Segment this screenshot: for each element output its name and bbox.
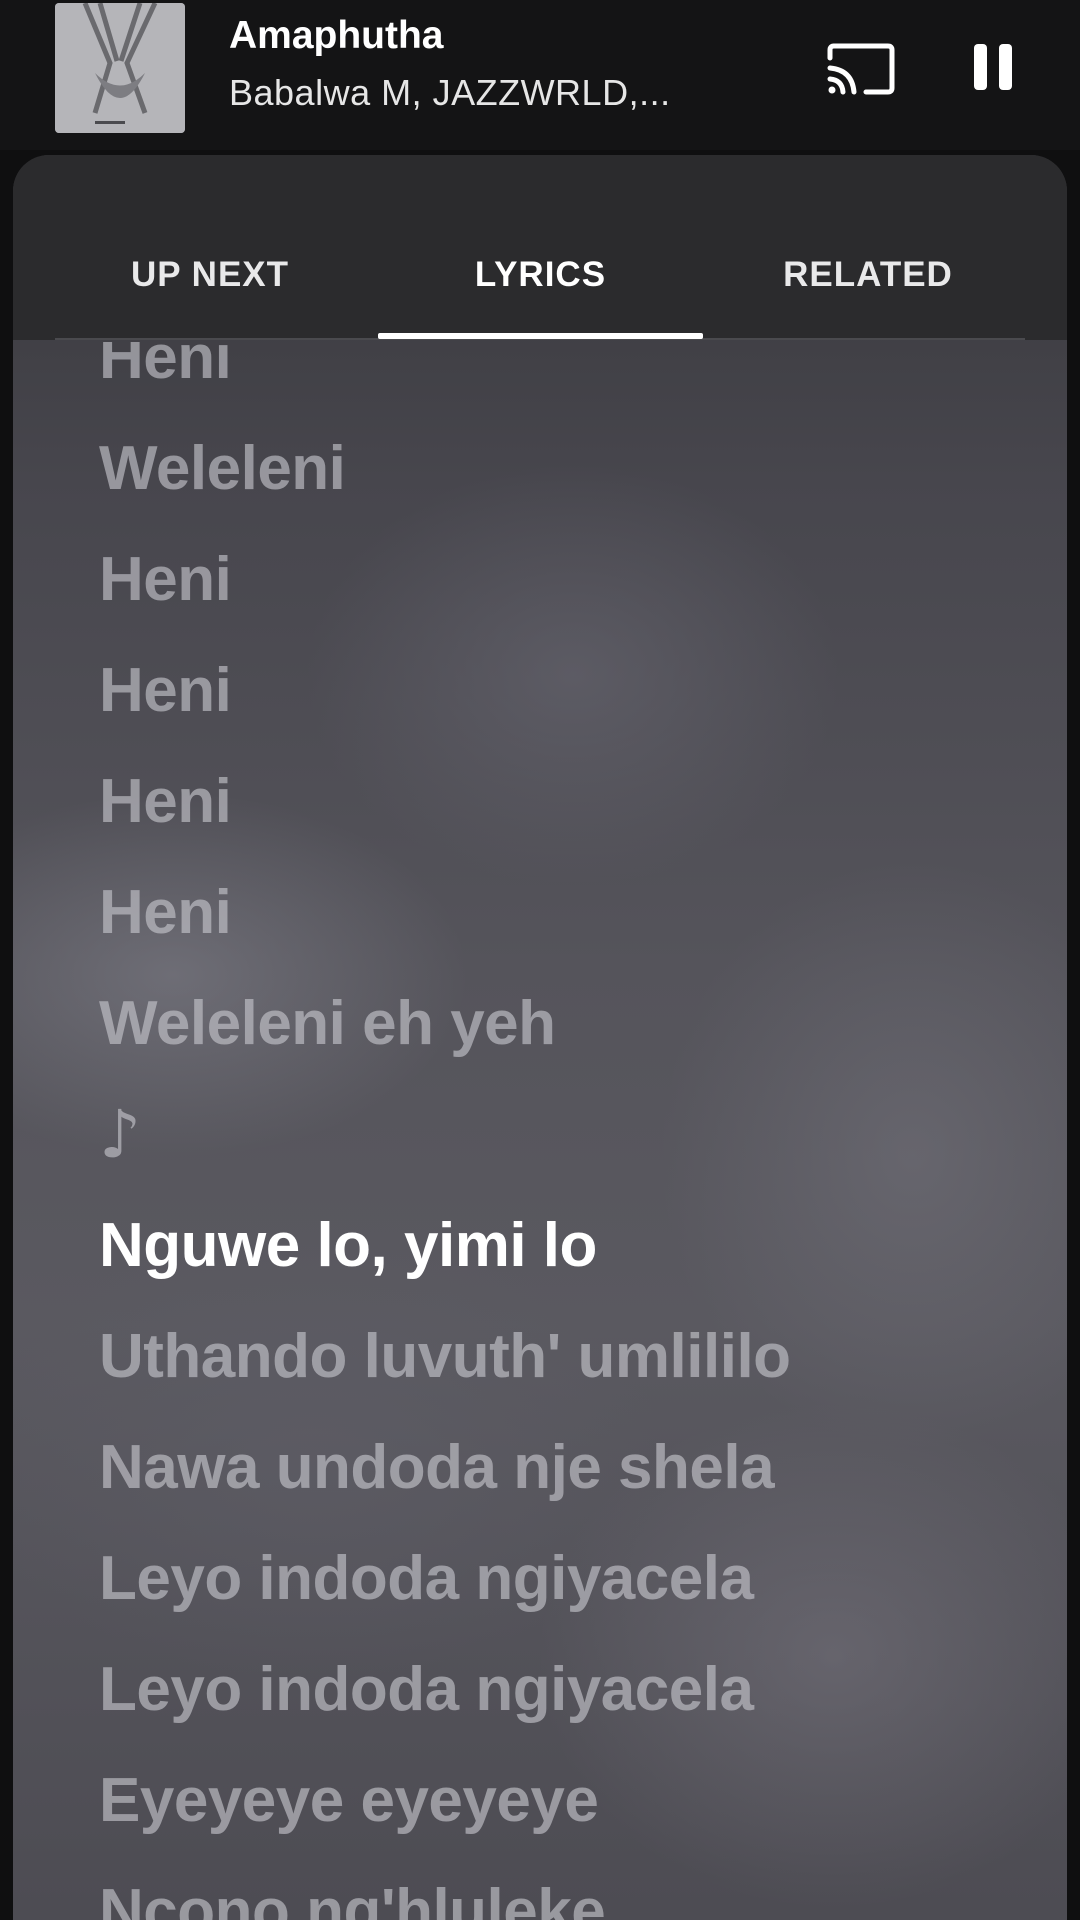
track-title[interactable]: Amaphutha: [229, 14, 444, 58]
tab-lyrics[interactable]: LYRICS: [378, 255, 703, 315]
lyrics-sheet: UP NEXT LYRICS RELATED Heni Weleleni Hen…: [13, 155, 1067, 1920]
tabs-bar: UP NEXT LYRICS RELATED: [13, 155, 1067, 340]
lyric-line[interactable]: Weleleni eh yeh: [99, 968, 1039, 1079]
lyric-line[interactable]: Eyeyeye eyeyeye: [99, 1745, 1039, 1856]
lyric-line[interactable]: Heni: [99, 635, 1039, 746]
lyric-line[interactable]: Heni: [99, 746, 1039, 857]
tab-related[interactable]: RELATED: [703, 255, 1033, 315]
lyric-line[interactable]: Heni: [99, 857, 1039, 968]
now-playing-screen: Amaphutha Babalwa M, JAZZWRLD,... UP NEX…: [0, 0, 1080, 1920]
lyric-line-current[interactable]: Nguwe lo, yimi lo: [99, 1190, 1039, 1301]
pause-icon[interactable]: [962, 36, 1024, 98]
lyric-line[interactable]: Heni: [99, 342, 1039, 413]
lyric-line[interactable]: Heni: [99, 524, 1039, 635]
lyric-line[interactable]: Nawa undoda nje shela: [99, 1412, 1039, 1523]
music-note-icon: ♪: [99, 1096, 141, 1173]
lyrics-scroll-area[interactable]: Heni Weleleni Heni Heni Heni Heni Welele…: [13, 342, 1067, 1920]
lyrics-list: Heni Weleleni Heni Heni Heni Heni Welele…: [99, 342, 1039, 1920]
track-artist[interactable]: Babalwa M, JAZZWRLD,...: [229, 72, 709, 114]
lyric-line[interactable]: Ncono ng'hluleke: [99, 1856, 1039, 1920]
lyric-line[interactable]: Uthando luvuth' umlililo: [99, 1301, 1039, 1412]
mini-player[interactable]: Amaphutha Babalwa M, JAZZWRLD,...: [0, 0, 1080, 150]
selected-tab-indicator: [378, 333, 703, 339]
tab-up-next[interactable]: UP NEXT: [55, 255, 365, 315]
lyric-line[interactable]: Weleleni: [99, 413, 1039, 524]
lyric-line[interactable]: Leyo indoda ngiyacela: [99, 1634, 1039, 1745]
cast-icon[interactable]: [826, 32, 898, 104]
album-art[interactable]: [55, 3, 185, 133]
lyric-line[interactable]: Leyo indoda ngiyacela: [99, 1523, 1039, 1634]
